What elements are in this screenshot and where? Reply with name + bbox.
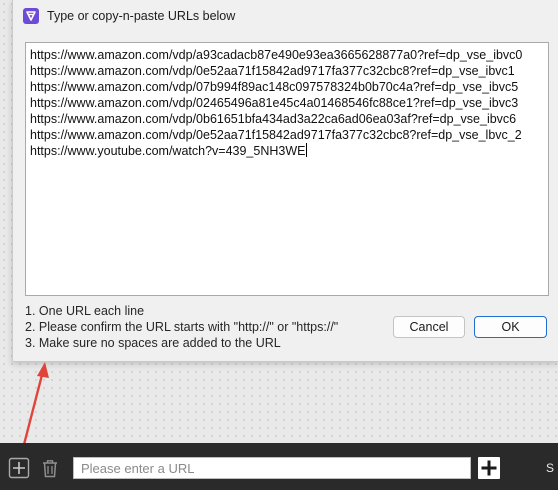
plus-box-icon[interactable]	[8, 457, 30, 479]
url-line: https://www.amazon.com/vdp/0e52aa71f1584…	[30, 128, 522, 142]
cut-off-label: S	[546, 461, 555, 475]
url-line-text: https://www.youtube.com/watch?v=439_5NH3…	[30, 144, 306, 158]
add-url-button[interactable]	[478, 457, 500, 479]
instruction-line: 1. One URL each line	[25, 304, 145, 318]
url-line-last: https://www.youtube.com/watch?v=439_5NH3…	[30, 143, 548, 159]
app-logo-icon	[23, 8, 39, 24]
instructions: 1. One URL each line 2. Please confirm t…	[25, 303, 338, 351]
plus-icon	[481, 460, 497, 476]
ok-button[interactable]: OK	[474, 316, 547, 338]
url-input[interactable]	[73, 457, 471, 479]
text-caret	[306, 143, 308, 157]
url-line: https://www.amazon.com/vdp/07b994f89ac14…	[30, 80, 519, 94]
dialog-title: Type or copy-n-paste URLs below	[47, 9, 236, 23]
trash-icon[interactable]	[39, 457, 61, 479]
url-line: https://www.amazon.com/vdp/a93cadacb87e4…	[30, 48, 523, 62]
url-line: https://www.amazon.com/vdp/0e52aa71f1584…	[30, 64, 515, 78]
url-line: https://www.amazon.com/vdp/0b61651bfa434…	[30, 112, 517, 126]
add-urls-dialog: Type or copy-n-paste URLs below https://…	[12, 0, 558, 362]
url-list-textarea[interactable]: https://www.amazon.com/vdp/a93cadacb87e4…	[25, 42, 549, 296]
bottom-toolbar: S	[0, 443, 558, 490]
dialog-title-bar[interactable]: Type or copy-n-paste URLs below	[13, 0, 558, 32]
instruction-line: 3. Make sure no spaces are added to the …	[25, 336, 281, 350]
instruction-line: 2. Please confirm the URL starts with "h…	[25, 320, 339, 334]
cancel-button[interactable]: Cancel	[393, 316, 465, 338]
url-line: https://www.amazon.com/vdp/02465496a81e4…	[30, 96, 519, 110]
